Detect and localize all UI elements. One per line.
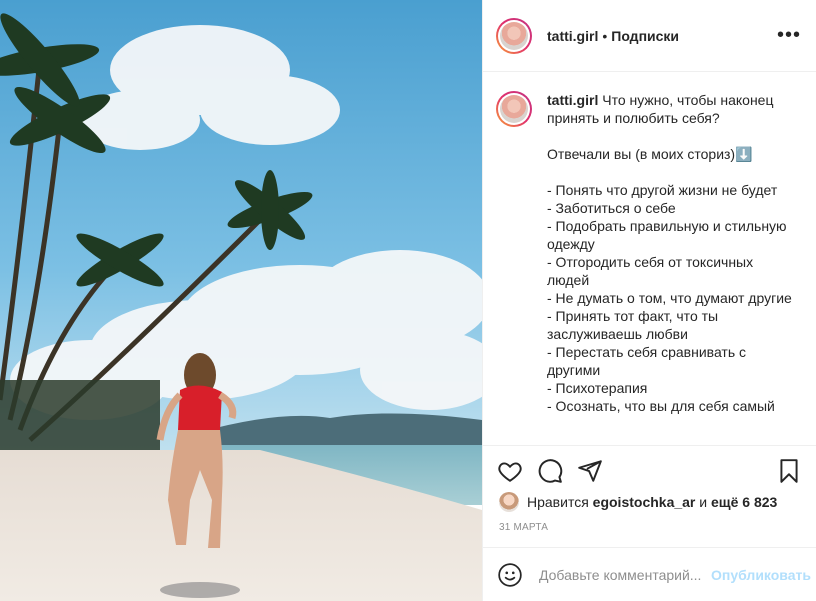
post-actions-bar	[483, 445, 816, 495]
post-header: tatti.girl • Подписки •••	[483, 0, 816, 72]
author-username[interactable]: tatti.girl	[547, 28, 598, 44]
bookmark-icon[interactable]	[776, 458, 802, 484]
likes-prefix: Нравится	[527, 494, 589, 510]
caption-avatar[interactable]	[496, 91, 532, 127]
publish-button[interactable]: Опубликовать	[711, 567, 811, 583]
author-avatar[interactable]	[496, 17, 532, 54]
post-side-panel: tatti.girl • Подписки ••• tatti.girl Что…	[482, 0, 816, 601]
post-date[interactable]: 31 МАРТА	[499, 522, 548, 533]
heart-icon[interactable]	[497, 458, 523, 484]
beach-photo	[0, 0, 482, 601]
avatar-image	[500, 21, 528, 50]
comment-input[interactable]	[537, 565, 711, 584]
follow-status-button[interactable]: Подписки	[611, 28, 679, 44]
smile-icon[interactable]	[497, 562, 523, 588]
header-separator: •	[602, 27, 608, 44]
comment-icon[interactable]	[537, 458, 563, 484]
post-window: tatti.girl • Подписки ••• tatti.girl Что…	[0, 0, 816, 601]
caption-text-block: tatti.girl Что нужно, чтобы наконец прин…	[547, 91, 797, 415]
likes-middle: и	[699, 494, 708, 510]
liker-avatar[interactable]	[499, 492, 519, 512]
share-icon[interactable]	[577, 458, 603, 484]
likes-line: Нравится egoistochka_ar и ещё 6 823	[499, 492, 777, 512]
liker-username[interactable]: egoistochka_ar	[593, 494, 696, 510]
avatar-image	[500, 95, 528, 123]
caption-scroll-area[interactable]: tatti.girl Что нужно, чтобы наконец прин…	[483, 73, 816, 445]
more-horizontal-icon[interactable]: •••	[777, 24, 801, 47]
likes-count-link[interactable]: ещё 6 823	[711, 494, 777, 510]
post-photo[interactable]	[0, 0, 482, 601]
comment-bar: Опубликовать	[483, 547, 816, 601]
caption-body: Что нужно, чтобы наконец принять и полюб…	[547, 92, 792, 414]
caption-row: tatti.girl Что нужно, чтобы наконец прин…	[483, 73, 816, 415]
caption-username[interactable]: tatti.girl	[547, 92, 598, 108]
